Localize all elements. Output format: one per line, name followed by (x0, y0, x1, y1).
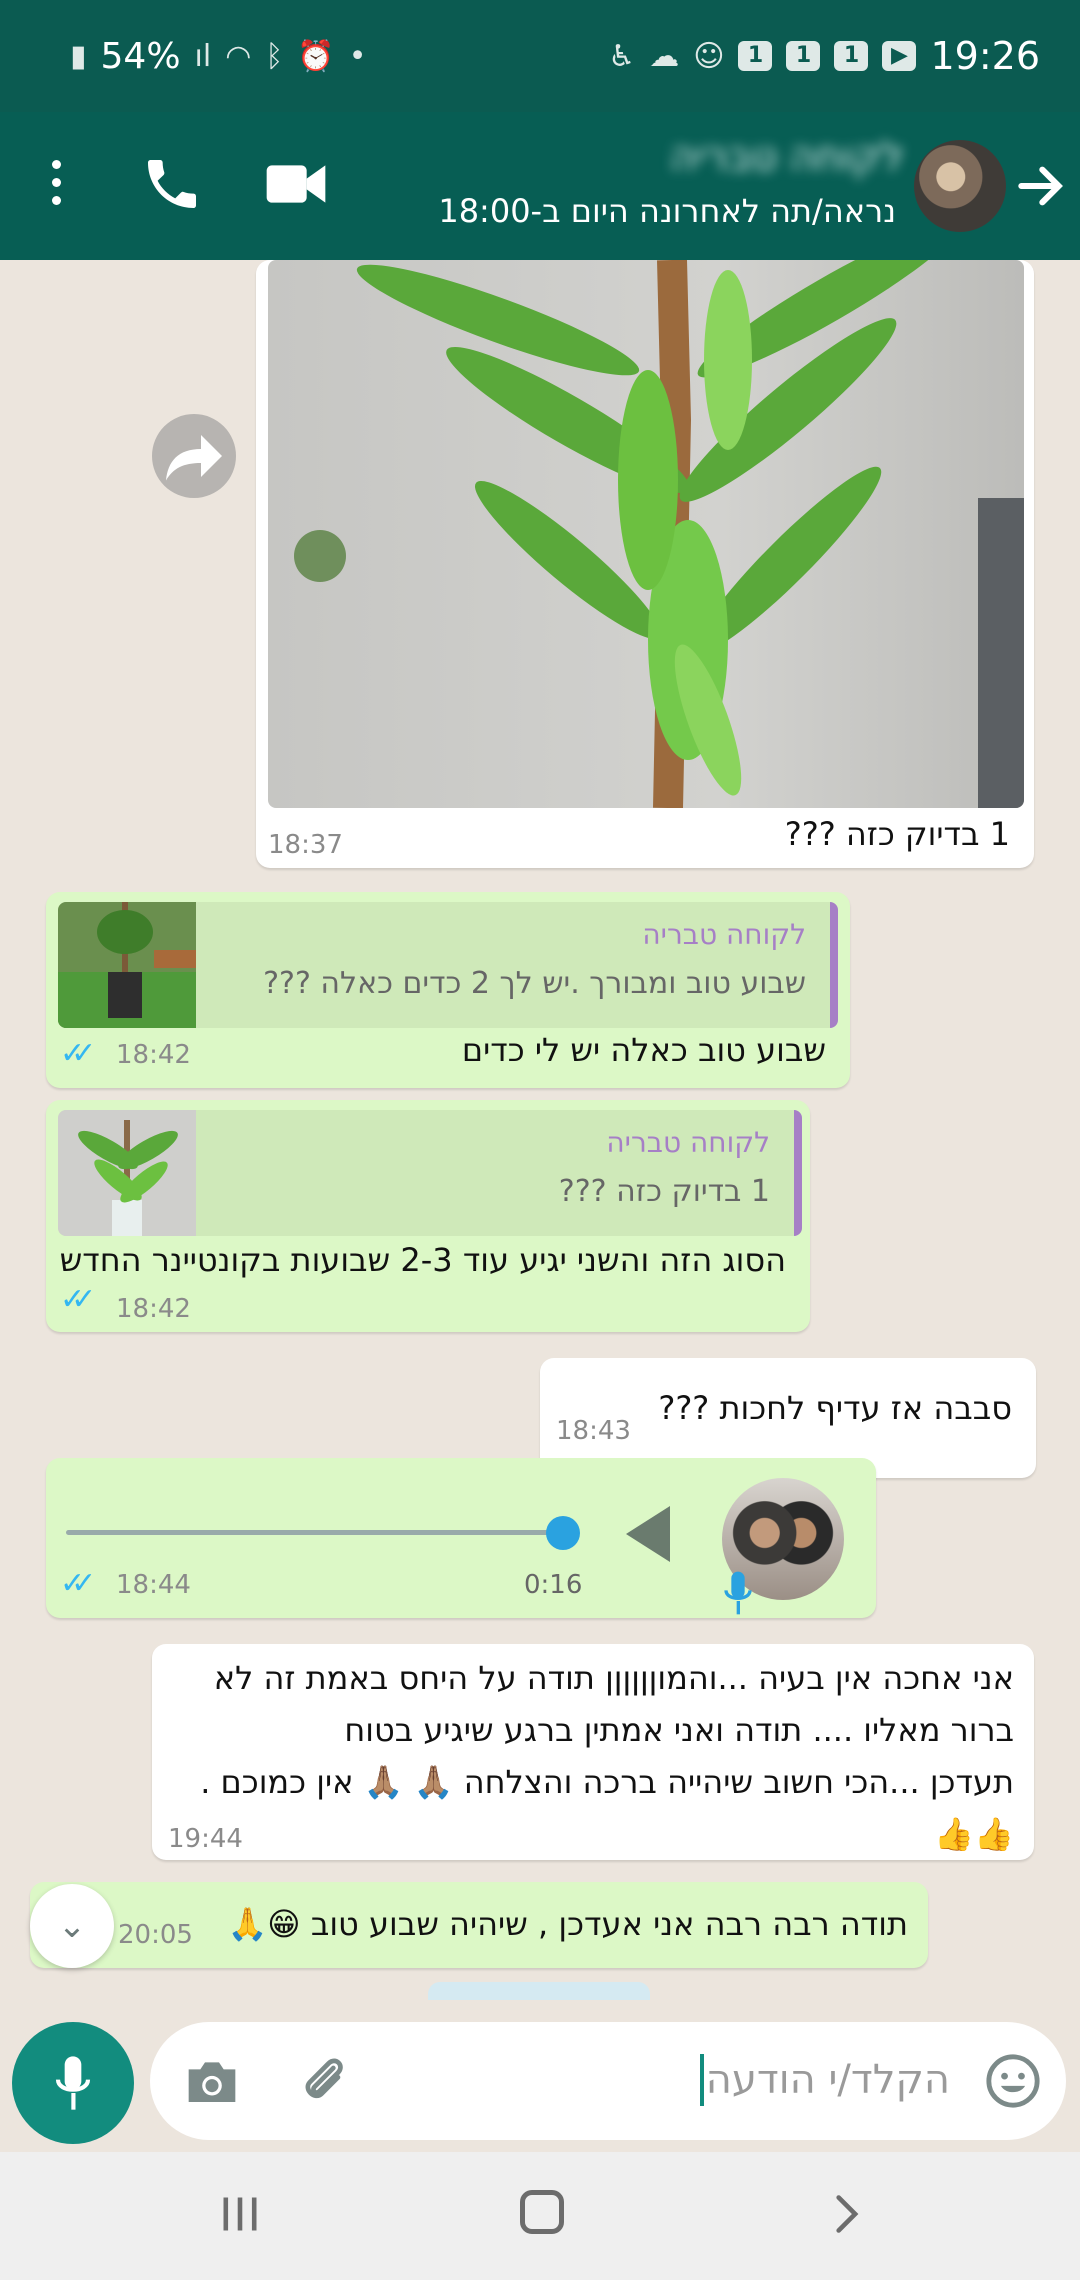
voice-call-icon[interactable] (140, 152, 204, 216)
forward-button[interactable] (152, 414, 236, 498)
message-time: 18:44 (116, 1570, 191, 1600)
recent-apps-icon[interactable] (218, 2192, 262, 2236)
voice-duration: 0:16 (524, 1570, 583, 1600)
clock: 19:26 (930, 34, 1040, 78)
message-time: 18:42 (116, 1040, 191, 1070)
quoted-author: לקוחה טבריה (606, 1126, 770, 1159)
status-left: ▮ 54% ıl ◠ ᛒ ⏰ • (70, 36, 366, 77)
reply-message[interactable]: לקוחה טבריה שבוע טוב ומבורך .יש לך 2 כדי… (46, 892, 850, 1088)
voice-message[interactable]: 0:16 ✓✓ 18:44 (46, 1458, 876, 1618)
message-time: 18:43 (556, 1416, 631, 1446)
back-nav-icon[interactable] (824, 2192, 868, 2236)
signal-icon: ıl (194, 38, 212, 74)
battery-icon: ▮ (70, 38, 87, 74)
reply-message[interactable]: לקוחה טבריה 1 בדיוק כזה ??? הסוג הזה והש… (46, 1100, 810, 1332)
battery-percent: 54% (100, 35, 181, 77)
double-chevron-down-icon: ⌄ (57, 1906, 87, 1946)
status-bar: ▮ 54% ıl ◠ ᛒ ⏰ • ♿ ☁ ☺ 1 1 1 ▶ 19:26 (0, 0, 1080, 112)
accessibility-icon: ♿ (608, 38, 636, 74)
message-placeholder: הקלד/י הודעה (699, 2054, 950, 2106)
forward-icon (166, 435, 222, 481)
system-nav-bar (0, 2152, 1080, 2280)
image-message[interactable]: 1 בדיוק כזה ??? 18:37 (256, 260, 1034, 868)
back-arrow-icon[interactable] (1012, 158, 1068, 214)
incoming-message[interactable]: אני אחכה אין בעיה ...והמוןןןןןן תודה על … (152, 1644, 1034, 1860)
record-button[interactable] (12, 2022, 134, 2144)
youtube-icon: ▶ (882, 41, 917, 71)
message-text: הסוג הזה והשני יגיע עוד 2-3 שבועות בקונט… (59, 1241, 786, 1279)
notification-badge-1: 1 (738, 41, 773, 71)
plant-photo[interactable] (268, 260, 1024, 808)
message-time: 20:05 (118, 1920, 193, 1950)
cloud-icon: ☁ (649, 38, 680, 74)
camera-icon[interactable] (184, 2056, 240, 2106)
notification-badge-3: 1 (834, 41, 869, 71)
menu-icon[interactable] (36, 160, 76, 216)
play-icon[interactable] (626, 1506, 670, 1562)
status-right: ♿ ☁ ☺ 1 1 1 ▶ 19:26 (608, 34, 1040, 78)
dot-icon: • (348, 38, 367, 74)
contact-name[interactable]: לקוחה טבריה (484, 134, 904, 186)
message-time: 18:37 (268, 830, 343, 860)
message-input[interactable]: הקלד/י הודעה (150, 2022, 1066, 2140)
face-icon: ☺ (693, 38, 725, 74)
quoted-thumbnail (58, 902, 196, 1028)
bluetooth-icon: ᛒ (265, 38, 284, 74)
chat-area[interactable]: 1 בדיוק כזה ??? 18:37 לקוחה טבריה שבוע ט… (0, 260, 1080, 2000)
microphone-icon (722, 1568, 754, 1618)
message-text: תודה רבה רבה אני אעדכן , שיהיה שבוע טוב … (227, 1905, 908, 1943)
wifi-icon: ◠ (225, 38, 252, 74)
quoted-text: שבוע טוב ומבורך .יש לך 2 כדים כאלה ??? (263, 966, 806, 1001)
quoted-message[interactable]: לקוחה טבריה 1 בדיוק כזה ??? (58, 1110, 802, 1236)
quoted-text: 1 בדיוק כזה ??? (558, 1174, 770, 1209)
emoji-icon[interactable] (984, 2052, 1042, 2110)
voice-progress-handle[interactable] (546, 1516, 580, 1550)
read-ticks-icon: ✓✓ (60, 1566, 96, 1601)
date-chip (428, 1982, 650, 2000)
plant-image (294, 260, 1024, 808)
outgoing-message[interactable]: תודה רבה רבה אני אעדכן , שיהיה שבוע טוב … (30, 1882, 928, 1968)
chat-header: לקוחה טבריה נראה/תה לאחרונה היום ב-18:00 (0, 112, 1080, 260)
voice-progress-track[interactable] (66, 1530, 566, 1535)
quoted-thumbnail (58, 1110, 196, 1236)
microphone-icon (55, 2056, 91, 2110)
message-text: שבוע טוב כאלה יש לי כדים (461, 1031, 826, 1069)
contact-avatar[interactable] (914, 140, 1006, 232)
message-time: 19:44 (168, 1824, 243, 1854)
scroll-down-button[interactable]: ⌄ (30, 1884, 114, 1968)
message-text: סבבה אז עדיף לחכות ??? (658, 1389, 1012, 1427)
image-caption: 1 בדיוק כזה ??? (784, 815, 1010, 853)
attach-icon[interactable] (296, 2054, 352, 2110)
message-text: אני אחכה אין בעיה ...והמוןןןןןן תודה על … (200, 1659, 1014, 1853)
quoted-message[interactable]: לקוחה טבריה שבוע טוב ומבורך .יש לך 2 כדי… (58, 902, 838, 1028)
alarm-icon: ⏰ (297, 38, 335, 74)
quoted-author: לקוחה טבריה (642, 918, 806, 951)
message-time: 18:42 (116, 1294, 191, 1324)
read-ticks-icon: ✓✓ (60, 1036, 96, 1071)
last-seen[interactable]: נראה/תה לאחרונה היום ב-18:00 (296, 192, 896, 230)
notification-badge-2: 1 (786, 41, 821, 71)
input-bar: הקלד/י הודעה (0, 2000, 1080, 2150)
home-icon[interactable] (520, 2190, 564, 2234)
read-ticks-icon: ✓✓ (60, 1282, 96, 1317)
